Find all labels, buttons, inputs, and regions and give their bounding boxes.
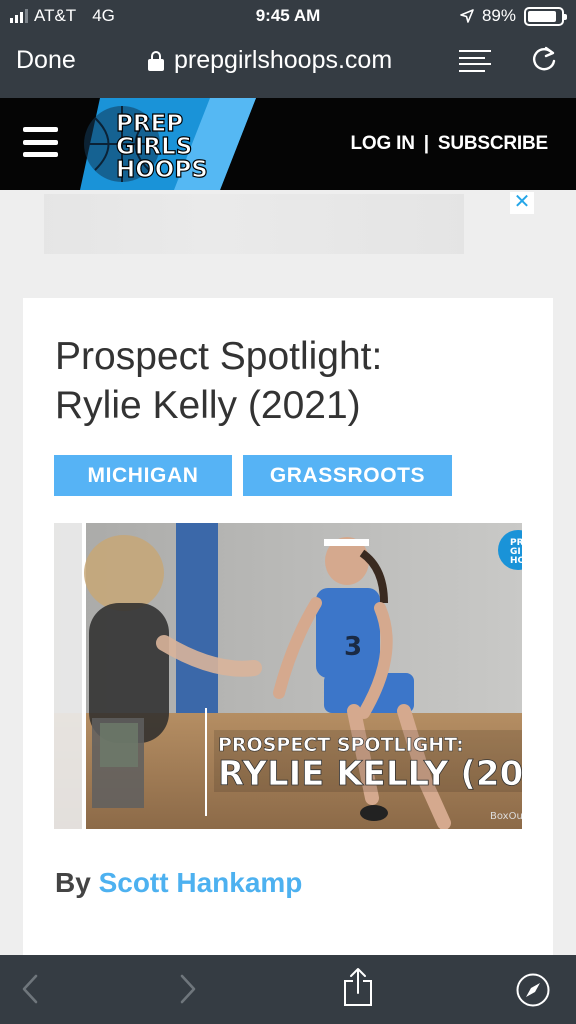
location-arrow-icon (460, 9, 474, 23)
hero-overlay-line-1: PROSPECT SPOTLIGHT: (218, 734, 464, 756)
hero-logo-line-3: HO (510, 556, 522, 566)
hamburger-menu-icon[interactable] (23, 127, 58, 157)
chevron-left-icon[interactable] (20, 972, 40, 1006)
tag-list: MICHIGAN GRASSROOTS (54, 455, 452, 496)
hero-watermark: BoxOut (490, 811, 522, 822)
url-text: prepgirlshoops.com (174, 46, 393, 74)
share-icon[interactable] (343, 967, 373, 1007)
done-button[interactable]: Done (16, 46, 76, 75)
header-separator: | (423, 133, 429, 154)
hero-overlay-line-2: RYLIE KELLY (2021 (218, 754, 522, 794)
subscribe-link[interactable]: SUBSCRIBE (438, 133, 548, 155)
header-links: LOG IN | SUBSCRIBE (351, 133, 549, 155)
battery-fill (528, 10, 557, 22)
lock-icon (148, 50, 164, 71)
byline-prefix: By (55, 867, 91, 898)
compass-icon[interactable] (516, 973, 550, 1007)
status-bar: AT&T 4G 9:45 AM 89% (0, 0, 576, 34)
byline: By Scott Hankamp (55, 867, 302, 899)
tag-michigan[interactable]: MICHIGAN (54, 455, 232, 496)
login-link[interactable]: LOG IN (351, 133, 415, 155)
article-title: Prospect Spotlight: Rylie Kelly (2021) (55, 332, 525, 430)
ad-banner[interactable]: ✕ (0, 190, 576, 298)
url-bar: Done prepgirlshoops.com (0, 38, 576, 86)
tag-grassroots[interactable]: GRASSROOTS (243, 455, 452, 496)
article-card: Prospect Spotlight: Rylie Kelly (2021) M… (23, 298, 553, 958)
battery-percent: 89% (481, 6, 516, 25)
site-logo[interactable]: PREP GIRLS HOOPS (80, 98, 256, 190)
ad-content (44, 194, 464, 254)
hero-image[interactable]: 3 PROSPECT SPOTLIGHT: RYLIE KELLY (2021 … (54, 523, 522, 829)
author-link[interactable]: Scott Hankamp (99, 867, 303, 898)
jersey-number: 3 (344, 632, 362, 662)
reader-mode-icon[interactable] (459, 50, 491, 72)
battery-icon (524, 6, 567, 26)
site-header: PREP GIRLS HOOPS LOG IN | SUBSCRIBE (0, 98, 576, 190)
chevron-right-icon[interactable] (178, 972, 198, 1006)
address-field[interactable]: prepgirlshoops.com (148, 46, 392, 75)
logo-line-hoops: HOOPS (116, 157, 208, 183)
browser-toolbar (0, 955, 576, 1024)
browser-chrome: AT&T 4G 9:45 AM 89% Done prepgirlshoops.… (0, 0, 576, 98)
title-line-2: Rylie Kelly (2021) (55, 384, 361, 427)
reload-icon[interactable] (530, 44, 558, 74)
hero-photo: 3 PROSPECT SPOTLIGHT: RYLIE KELLY (2021 … (54, 523, 522, 829)
close-icon[interactable]: ✕ (510, 192, 534, 214)
title-line-1: Prospect Spotlight: (55, 335, 383, 378)
